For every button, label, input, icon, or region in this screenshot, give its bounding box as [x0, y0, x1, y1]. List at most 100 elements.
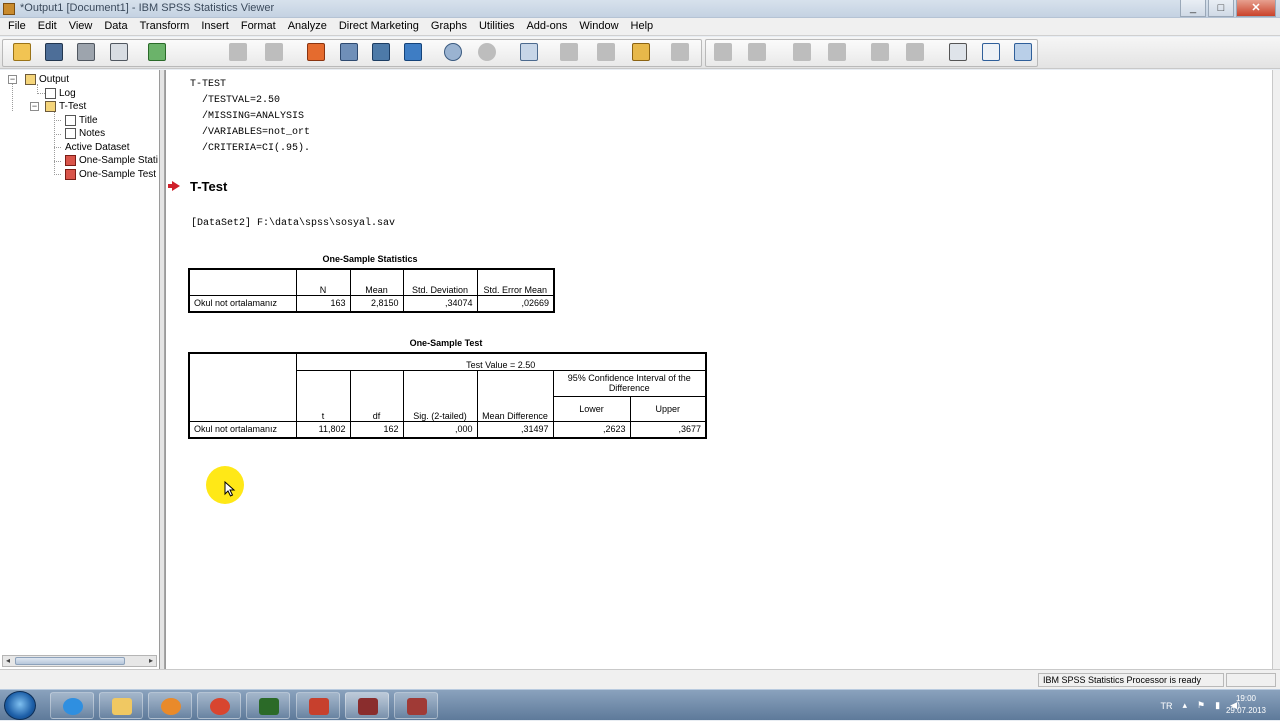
syntax-line: T-TEST	[190, 79, 227, 90]
network-icon[interactable]: ▮	[1215, 700, 1220, 711]
tree-item-one-sample-statistics[interactable]: One-Sample Stati	[65, 154, 158, 167]
row-label: Okul not ortalamanız	[188, 420, 297, 439]
taskbar-mail[interactable]	[296, 692, 340, 719]
menu-file[interactable]: File	[4, 18, 34, 35]
undo-icon[interactable]	[226, 40, 250, 64]
run-script-icon[interactable]	[629, 40, 653, 64]
table-cell: ,31497	[476, 420, 554, 439]
variables-icon[interactable]	[401, 40, 425, 64]
window-title: *Output1 [Document1] - IBM SPSS Statisti…	[20, 2, 275, 14]
output-vertical-scrollbar[interactable]	[1272, 70, 1280, 669]
column-header: t	[295, 369, 351, 422]
flag-icon[interactable]: ⚑	[1197, 700, 1205, 711]
folder-icon	[45, 101, 56, 112]
taskbar-media-player[interactable]	[148, 692, 192, 719]
start-button-icon[interactable]	[4, 691, 36, 720]
insert-new-text-icon[interactable]	[979, 40, 1003, 64]
goto-data-icon[interactable]	[304, 40, 328, 64]
maximize-button[interactable]: □	[1208, 0, 1234, 17]
menu-help[interactable]: Help	[627, 18, 662, 35]
show-all-variables-icon[interactable]	[475, 40, 499, 64]
menu-add-ons[interactable]: Add-ons	[522, 18, 575, 35]
one-sample-test-table[interactable]: Test Value = 2.50 t df Sig. (2-tailed) M…	[188, 352, 707, 439]
tree-item-title[interactable]: Title	[65, 114, 98, 127]
menu-data[interactable]: Data	[100, 18, 135, 35]
syntax-line: /VARIABLES=not_ort	[190, 127, 311, 138]
table-cell: ,3677	[629, 420, 707, 439]
language-indicator[interactable]: TR	[1161, 701, 1173, 711]
taskbar-dreamweaver[interactable]	[246, 692, 290, 719]
log-icon	[45, 88, 56, 99]
table-cell: 162	[349, 420, 404, 439]
ci-header: 95% Confidence Interval of the Differenc…	[552, 369, 707, 397]
use-sets-icon[interactable]	[441, 40, 465, 64]
one-sample-statistics-table[interactable]: N Mean Std. Deviation Std. Error Mean Ok…	[188, 268, 555, 313]
tree-item-output[interactable]: Output	[25, 73, 69, 86]
menu-graphs[interactable]: Graphs	[427, 18, 475, 35]
taskbar-tool[interactable]	[394, 692, 438, 719]
table-cell: 11,802	[295, 420, 351, 439]
column-header: Mean Difference	[476, 369, 554, 422]
show-icon[interactable]	[868, 40, 892, 64]
close-button[interactable]: ✕	[1236, 0, 1276, 17]
column-header: Std. Error Mean	[476, 268, 555, 296]
promote-icon[interactable]	[711, 40, 735, 64]
tree-item-one-sample-test[interactable]: One-Sample Test	[65, 168, 156, 181]
insert-text-icon[interactable]	[668, 40, 692, 64]
redo-icon[interactable]	[262, 40, 286, 64]
taskbar-spss[interactable]	[345, 692, 389, 719]
clock[interactable]: 19:00 29.07.2013	[1226, 693, 1266, 717]
table-cell: ,2623	[552, 420, 631, 439]
toolbar	[0, 37, 1280, 69]
designate-window-icon[interactable]	[557, 40, 581, 64]
insert-title-icon[interactable]	[946, 40, 970, 64]
folder-icon	[25, 74, 36, 85]
print-icon[interactable]	[74, 40, 98, 64]
table-cell: ,000	[402, 420, 478, 439]
tree-item-notes[interactable]: Notes	[65, 127, 105, 140]
tray-expand-icon[interactable]: ▴	[1183, 700, 1188, 711]
print-preview-icon[interactable]	[107, 40, 131, 64]
insert-heading-icon[interactable]	[594, 40, 618, 64]
export-icon[interactable]	[145, 40, 169, 64]
open-folder-icon[interactable]	[10, 40, 34, 64]
clock-date: 29.07.2013	[1225, 706, 1266, 715]
menu-view[interactable]: View	[65, 18, 101, 35]
tree-item-ttest[interactable]: T-Test	[45, 100, 86, 113]
expand-icon[interactable]	[790, 40, 814, 64]
minimize-button[interactable]: _	[1180, 0, 1206, 17]
spelling-icon[interactable]	[517, 40, 541, 64]
hide-icon[interactable]	[903, 40, 927, 64]
tree-horizontal-scrollbar[interactable]: ◂ ▸	[2, 655, 157, 667]
tree-item-active-dataset[interactable]: Active Dataset	[65, 141, 129, 154]
tree-item-log[interactable]: Log	[45, 87, 76, 100]
menu-format[interactable]: Format	[237, 18, 284, 35]
column-header: Sig. (2-tailed)	[402, 369, 478, 422]
goto-variable-icon[interactable]	[369, 40, 393, 64]
goto-case-icon[interactable]	[337, 40, 361, 64]
syntax-line: /CRITERIA=CI(.95).	[190, 143, 311, 154]
demote-icon[interactable]	[745, 40, 769, 64]
scroll-thumb[interactable]	[15, 657, 125, 665]
menu-utilities[interactable]: Utilities	[475, 18, 522, 35]
menu-insert[interactable]: Insert	[197, 18, 237, 35]
scroll-left-arrow-icon[interactable]: ◂	[3, 656, 13, 666]
collapse-ttest-toggle[interactable]: −	[30, 102, 39, 111]
collapse-output-toggle[interactable]: −	[8, 75, 17, 84]
insert-page-break-icon[interactable]	[1011, 40, 1035, 64]
menu-direct-marketing[interactable]: Direct Marketing	[335, 18, 427, 35]
collapse-icon[interactable]	[825, 40, 849, 64]
scroll-right-arrow-icon[interactable]: ▸	[146, 656, 156, 666]
current-item-arrow-icon	[168, 181, 180, 191]
menu-transform[interactable]: Transform	[136, 18, 198, 35]
taskbar-chrome[interactable]	[197, 692, 241, 719]
windows-taskbar: TR ▴ ⚑ ▮ ◀) 19:00 29.07.2013	[0, 689, 1280, 720]
menu-window[interactable]: Window	[575, 18, 626, 35]
taskbar-explorer[interactable]	[99, 692, 143, 719]
status-cell-empty	[1226, 673, 1276, 687]
menu-edit[interactable]: Edit	[34, 18, 65, 35]
menu-analyze[interactable]: Analyze	[284, 18, 335, 35]
save-icon[interactable]	[42, 40, 66, 64]
taskbar-ie[interactable]	[50, 692, 94, 719]
table-icon	[65, 169, 76, 180]
